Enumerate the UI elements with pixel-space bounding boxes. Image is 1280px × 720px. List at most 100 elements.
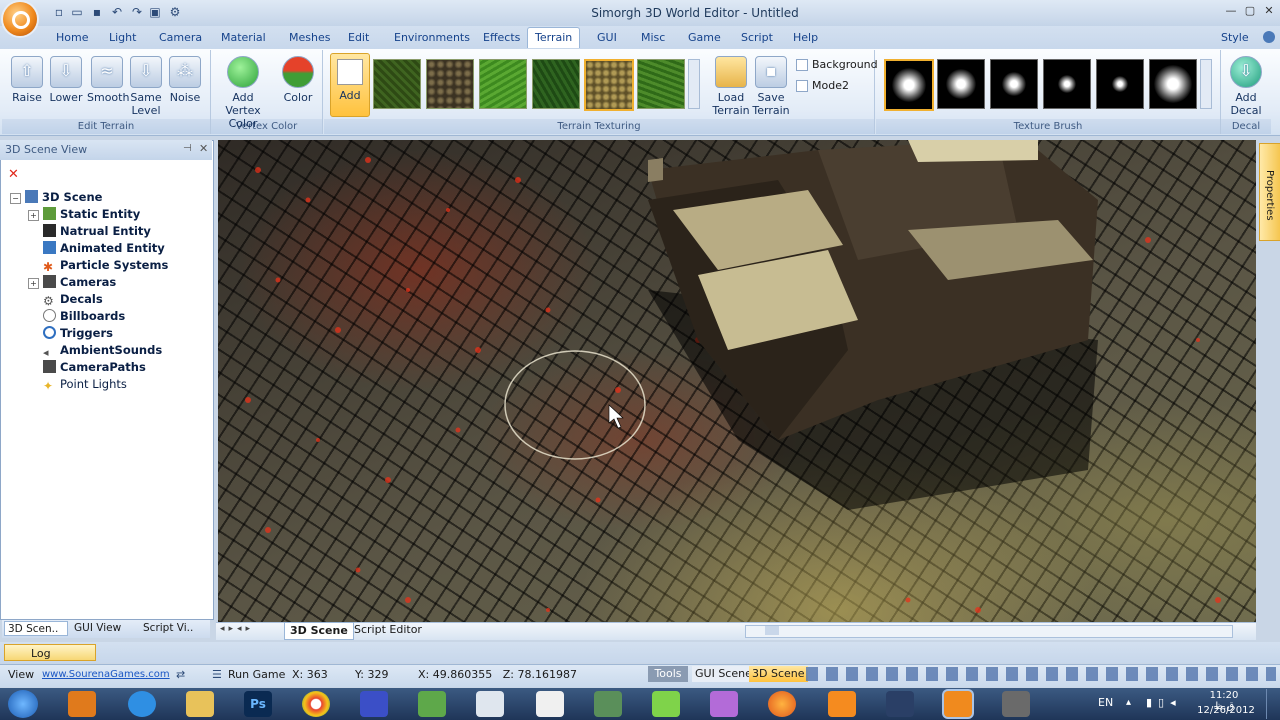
mode2-checkbox[interactable]: [796, 80, 808, 92]
tree-item-billboards[interactable]: Billboards: [43, 308, 125, 325]
tree-item-point-lights[interactable]: ✦ Point Lights: [43, 376, 127, 393]
tab-3d-scene-view[interactable]: 3D Scen..: [4, 621, 68, 636]
delete-icon[interactable]: ✕: [8, 167, 19, 182]
pin-icon[interactable]: ⊣: [183, 143, 192, 154]
brush-2[interactable]: [937, 59, 985, 109]
tree-item-decals[interactable]: ⚙ Decals: [43, 291, 103, 308]
texture-swatch-2[interactable]: [426, 59, 474, 109]
tab-gui[interactable]: GUI: [590, 28, 624, 48]
properties-side-tab[interactable]: Properties: [1259, 143, 1280, 241]
tray-arrow-icon[interactable]: ▴: [1126, 697, 1131, 708]
tab-light[interactable]: Light: [102, 28, 143, 48]
photoshop-icon[interactable]: Ps: [244, 691, 272, 717]
tab-script-editor[interactable]: Script Editor: [350, 622, 426, 638]
tab-camera[interactable]: Camera: [152, 28, 209, 48]
help-icon[interactable]: [1263, 31, 1275, 43]
show-desktop-button[interactable]: [1266, 689, 1279, 719]
tab-meshes[interactable]: Meshes: [282, 28, 337, 48]
tab-effects[interactable]: Effects: [476, 28, 527, 48]
chart-app-icon[interactable]: [418, 691, 446, 717]
same-level-button[interactable]: ⇩ Same Level: [126, 54, 166, 117]
arrow-app-icon[interactable]: [652, 691, 680, 717]
tab-3d-scene[interactable]: 3D Scene: [284, 622, 354, 640]
texture-swatch-1[interactable]: [373, 59, 421, 109]
tree-item-triggers[interactable]: Triggers: [43, 325, 113, 342]
3d-scene-tab[interactable]: 3D Scene: [749, 666, 808, 682]
tool-app-icon[interactable]: [594, 691, 622, 717]
misc-app-icon[interactable]: [1002, 691, 1030, 717]
brush-4[interactable]: [1043, 59, 1091, 109]
tree-item-camera-paths[interactable]: CameraPaths: [43, 359, 146, 376]
background-checkbox[interactable]: [796, 59, 808, 71]
style-menu[interactable]: Style: [1214, 28, 1256, 48]
tab-environments[interactable]: Environments: [387, 28, 477, 48]
tree-item-natural-entity[interactable]: Natrual Entity: [43, 223, 151, 240]
tree-item-animated-entity[interactable]: Animated Entity: [43, 240, 165, 257]
website-link[interactable]: www.SourenaGames.com: [42, 669, 170, 680]
horizontal-scrollbar[interactable]: [745, 625, 1233, 638]
save-app-icon[interactable]: [360, 691, 388, 717]
tab-edit[interactable]: Edit: [341, 28, 376, 48]
tab-game[interactable]: Game: [681, 28, 728, 48]
save-terrain-button[interactable]: ▪ Save Terrain: [750, 54, 792, 117]
vlc-icon[interactable]: [828, 691, 856, 717]
infinity-app-icon[interactable]: [886, 691, 914, 717]
tree-item-particle-systems[interactable]: ✱ Particle Systems: [43, 257, 168, 274]
gui-scene-tab[interactable]: GUI Scene: [692, 666, 755, 682]
tree-root-3d-scene[interactable]: 3D Scene: [25, 189, 102, 206]
close-window-button[interactable]: ✕: [1260, 4, 1278, 20]
media-player-icon[interactable]: [68, 691, 96, 717]
lower-button[interactable]: ⇩ Lower: [47, 54, 85, 104]
brush-gallery-scroll[interactable]: [1200, 59, 1212, 109]
texture-swatch-6[interactable]: [637, 59, 685, 109]
tab-home[interactable]: Home: [49, 28, 95, 48]
expand-toggle[interactable]: +: [28, 278, 39, 289]
tab-gui-view[interactable]: GUI View: [74, 622, 121, 634]
minimize-button[interactable]: —: [1222, 4, 1240, 20]
texture-gallery-scroll[interactable]: [688, 59, 700, 109]
browser-ie-icon[interactable]: [128, 691, 156, 717]
tree-item-ambient-sounds[interactable]: ◂ AmbientSounds: [43, 342, 162, 359]
log-system-tab[interactable]: Log System: [4, 644, 96, 677]
maximize-button[interactable]: ▢: [1241, 4, 1259, 20]
tray-icons[interactable]: ▮▯◂: [1146, 696, 1182, 709]
tab-material[interactable]: Material: [214, 28, 273, 48]
tab-misc[interactable]: Misc: [634, 28, 672, 48]
brush-6[interactable]: [1149, 59, 1197, 109]
paper-app-icon[interactable]: [536, 691, 564, 717]
document-app-icon[interactable]: [476, 691, 504, 717]
load-terrain-button[interactable]: Load Terrain: [710, 54, 752, 117]
brush-1[interactable]: [884, 59, 934, 111]
expand-toggle[interactable]: −: [10, 193, 21, 204]
brush-3[interactable]: [990, 59, 1038, 109]
tools-tab[interactable]: Tools: [648, 666, 688, 682]
simorgh-app-icon[interactable]: [944, 691, 972, 717]
add-decal-button[interactable]: ⇩ Add Decal: [1226, 54, 1266, 117]
start-button-icon[interactable]: [8, 690, 38, 718]
noise-button[interactable]: ⁂ Noise: [166, 54, 204, 104]
view-menu[interactable]: View: [8, 668, 34, 681]
texture-swatch-4[interactable]: [532, 59, 580, 109]
texture-swatch-3[interactable]: [479, 59, 527, 109]
toolbar-icons-strip[interactable]: [806, 667, 1276, 681]
add-vertex-color-button[interactable]: Add Vertex Color: [214, 54, 272, 130]
scrollbar-thumb[interactable]: [765, 626, 779, 635]
smooth-button[interactable]: ≈ Smooth: [87, 54, 129, 104]
tree-item-static-entity[interactable]: Static Entity: [43, 206, 140, 223]
expand-toggle[interactable]: +: [28, 210, 39, 221]
brush-5[interactable]: [1096, 59, 1144, 109]
tab-help[interactable]: Help: [786, 28, 825, 48]
3d-viewport[interactable]: [218, 140, 1256, 622]
texture-swatch-5-selected[interactable]: [584, 59, 634, 111]
tree-item-cameras[interactable]: Cameras: [43, 274, 116, 291]
explorer-icon[interactable]: [186, 691, 214, 717]
tab-nav-arrows-icon[interactable]: ◂▸◂▸: [220, 624, 254, 634]
run-game-button[interactable]: Run Game: [228, 668, 285, 681]
raise-button[interactable]: ⇧ Raise: [8, 54, 46, 104]
chrome-icon[interactable]: [302, 691, 330, 717]
editor-app-icon[interactable]: [710, 691, 738, 717]
language-indicator[interactable]: EN: [1098, 696, 1113, 709]
tab-script-view[interactable]: Script Vi..: [143, 622, 193, 634]
app-menu-orb-icon[interactable]: [3, 2, 37, 36]
close-panel-icon[interactable]: ✕: [199, 142, 208, 155]
